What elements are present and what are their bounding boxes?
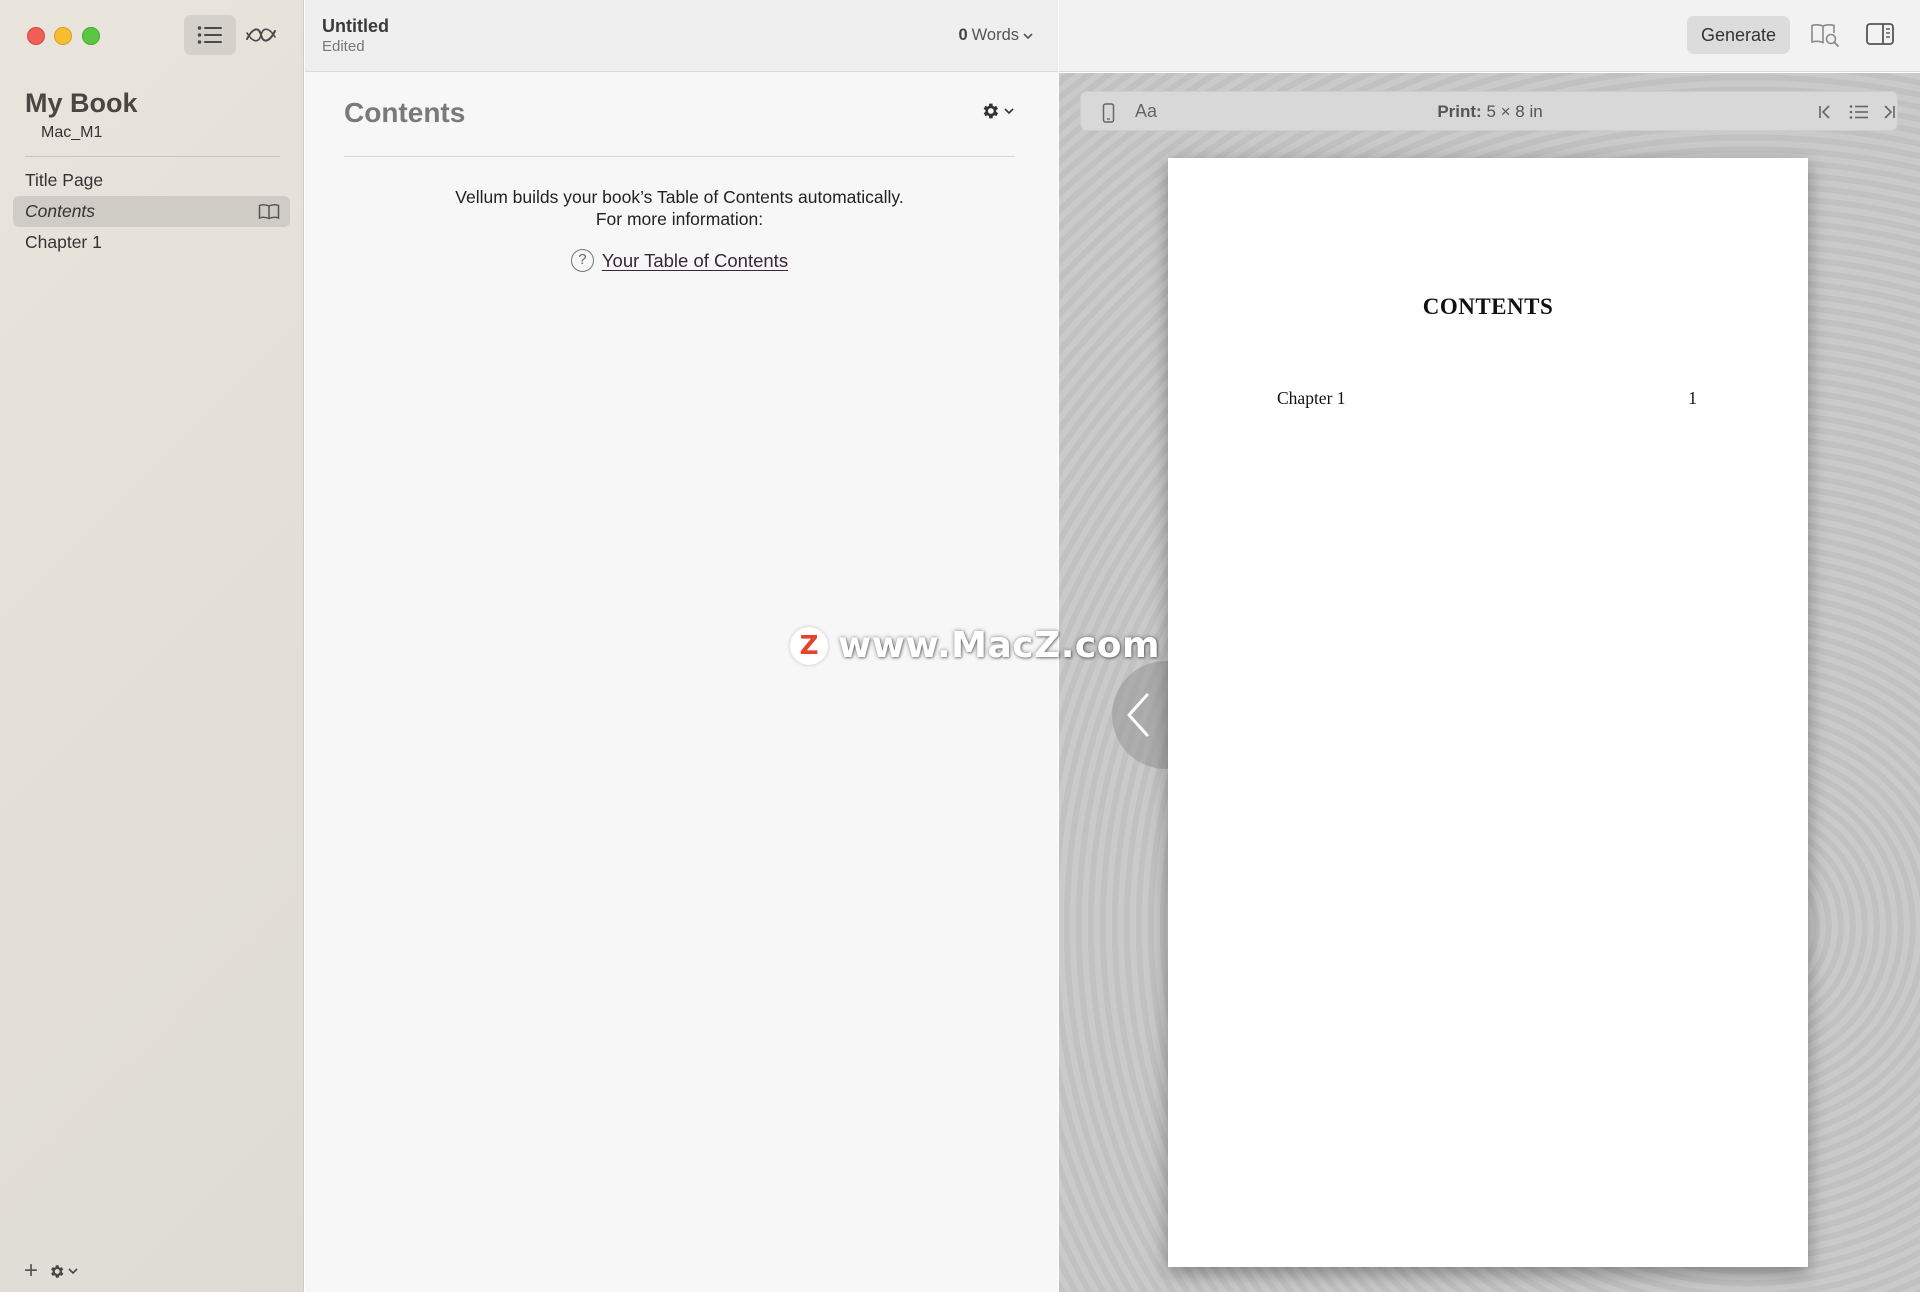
sidebar-toggle-icon (1866, 23, 1894, 45)
last-page-icon (1884, 105, 1895, 119)
chevron-down-icon (68, 1268, 78, 1275)
close-window-button[interactable] (27, 27, 45, 45)
word-count-menu[interactable]: 0 Words (958, 26, 1033, 45)
toc-help: ? Your Table of Contents (344, 249, 1015, 272)
editor-divider (344, 156, 1015, 157)
chevron-down-icon (1023, 32, 1033, 39)
chapter-list: Title Page Contents Chapter 1 (13, 165, 290, 258)
list-icon (1849, 105, 1868, 119)
print-format-label[interactable]: Print: 5 × 8 in (1081, 102, 1899, 122)
sidebar-item-chapter-1[interactable]: Chapter 1 (13, 227, 290, 258)
document-status: Edited (322, 38, 365, 55)
sidebar-item-title-page[interactable]: Title Page (13, 165, 290, 196)
gear-icon (51, 1264, 64, 1278)
book-search-button[interactable] (1810, 22, 1840, 53)
toc-entry-page: 1 (1688, 388, 1697, 408)
toc-help-link[interactable]: Your Table of Contents (602, 250, 788, 272)
sidebar-item-label: Contents (25, 201, 96, 221)
toc-info-text: Vellum builds your book’s Table of Conte… (344, 186, 1015, 230)
chevron-down-icon (1004, 108, 1014, 115)
watermark-text: www.MacZ.com (838, 625, 1160, 666)
last-page-button[interactable] (1881, 104, 1897, 125)
open-book-icon (258, 204, 280, 220)
print-format-value: 5 × 8 in (1486, 102, 1543, 121)
inspector-toggle-button[interactable] (1865, 22, 1895, 51)
toc-button[interactable] (1849, 104, 1869, 125)
list-icon (197, 26, 222, 44)
zoom-window-button[interactable] (82, 27, 100, 45)
toc-info-line-1: Vellum builds your book’s Table of Conte… (455, 187, 904, 207)
watermark: Z www.MacZ.com (790, 625, 1160, 666)
watermark-logo-icon: Z (790, 626, 828, 665)
preview-pane: Generate Aa Print: 5 × 8 in CONTENTS Cha… (1059, 0, 1920, 1292)
styles-view-button[interactable] (235, 15, 287, 55)
editor-toolbar: Untitled Edited 0 Words (305, 0, 1058, 72)
preview-area: Aa Print: 5 × 8 in CONTENTS Chapter 1 1 (1059, 73, 1920, 1292)
document-title: Untitled (322, 16, 389, 36)
sidebar-item-label: Title Page (25, 170, 104, 190)
book-author[interactable]: Mac_M1 (41, 124, 102, 142)
word-count-value: 0 (958, 26, 968, 44)
minimize-window-button[interactable] (54, 27, 72, 45)
toc-entry[interactable]: Chapter 1 1 (1277, 388, 1697, 409)
book-title[interactable]: My Book (25, 88, 138, 119)
first-page-button[interactable] (1817, 104, 1833, 125)
preview-window-toolbar: Generate (1059, 0, 1920, 72)
add-element-button[interactable]: + (24, 1259, 38, 1283)
preview-toolbar: Aa Print: 5 × 8 in (1080, 91, 1898, 131)
sidebar-bottom-bar: + (24, 1259, 78, 1283)
navigator-view-button[interactable] (184, 15, 236, 55)
sidebar-divider (25, 156, 280, 157)
toc-info-line-2: For more information: (595, 209, 764, 229)
section-settings-menu[interactable] (980, 101, 1014, 121)
generate-button[interactable]: Generate (1687, 16, 1790, 54)
toc-entry-title: Chapter 1 (1277, 388, 1346, 408)
gear-icon (983, 103, 999, 119)
page-title: CONTENTS (1422, 294, 1554, 319)
chevron-left-icon (1127, 693, 1149, 737)
sidebar: My Book Mac_M1 Title Page Contents Chapt… (0, 0, 304, 1292)
sidebar-item-label: Chapter 1 (25, 232, 102, 252)
sidebar-actions-menu[interactable] (48, 1263, 78, 1280)
sidebar-item-contents[interactable]: Contents (13, 196, 290, 227)
preview-page: CONTENTS Chapter 1 1 (1168, 158, 1808, 1267)
print-format-key: Print: (1437, 102, 1482, 121)
flourish-icon (246, 28, 276, 42)
first-page-icon (1819, 105, 1830, 119)
section-heading: Contents (344, 97, 466, 128)
help-icon[interactable]: ? (570, 249, 594, 272)
book-search-icon (1811, 24, 1839, 47)
word-count-label: Words (971, 26, 1019, 44)
